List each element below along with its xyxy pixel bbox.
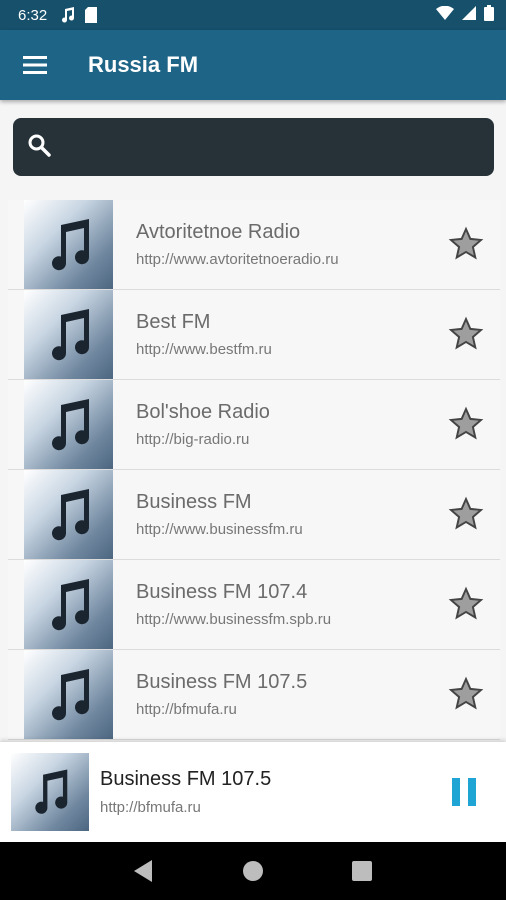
home-icon[interactable] — [238, 856, 268, 886]
station-thumbnail — [24, 650, 113, 739]
music-note-icon — [61, 7, 75, 23]
music-note-icon — [51, 668, 89, 720]
station-name: Avtoritetnoe Radio — [136, 221, 301, 243]
star-icon[interactable] — [446, 314, 486, 354]
star-icon[interactable] — [446, 584, 486, 624]
station-url: http://www.businessfm.ru — [136, 521, 303, 538]
back-icon[interactable] — [129, 856, 159, 886]
music-note-icon — [35, 769, 68, 814]
star-icon[interactable] — [446, 224, 486, 264]
app-title: Russia FM — [88, 52, 199, 77]
station-thumbnail — [24, 380, 113, 469]
system-nav-bar — [0, 842, 506, 900]
star-icon[interactable] — [446, 674, 486, 714]
station-name: Best FM — [136, 311, 211, 333]
station-url: http://bfmufa.ru — [136, 701, 237, 718]
search-bar[interactable] — [13, 118, 494, 176]
station-url: http://big-radio.ru — [136, 431, 250, 448]
battery-icon — [484, 5, 494, 25]
sd-card-icon — [85, 7, 98, 23]
now-playing-bar[interactable]: Business FM 107.5 http://bfmufa.ru — [0, 742, 506, 842]
music-note-icon — [51, 488, 89, 540]
station-thumbnail — [24, 470, 113, 559]
station-name: Business FM 107.4 — [136, 581, 308, 603]
station-name: Bol'shoe Radio — [136, 401, 270, 423]
music-note-icon — [51, 308, 89, 360]
station-list: Avtoritetnoe Radio http://www.avtoritetn… — [8, 200, 500, 740]
station-url: http://www.avtoritetnoeradio.ru — [136, 251, 339, 268]
now-playing-title: Business FM 107.5 — [100, 768, 272, 790]
star-icon[interactable] — [446, 494, 486, 534]
status-time: 6:32 — [18, 6, 48, 24]
signal-icon — [462, 6, 476, 24]
search-input[interactable] — [63, 136, 463, 158]
station-row[interactable]: Avtoritetnoe Radio http://www.avtoritetn… — [8, 200, 500, 290]
station-row[interactable]: Best FM http://www.bestfm.ru — [8, 290, 500, 380]
station-row[interactable]: Business FM 107.5 http://bfmufa.ru — [8, 650, 500, 740]
now-playing-url: http://bfmufa.ru — [100, 799, 201, 816]
pause-icon[interactable] — [452, 778, 476, 806]
station-row[interactable]: Business FM http://www.businessfm.ru — [8, 470, 500, 560]
station-thumbnail — [24, 200, 113, 289]
star-icon[interactable] — [446, 404, 486, 444]
search-icon — [27, 133, 51, 162]
station-row[interactable]: Bol'shoe Radio http://big-radio.ru — [8, 380, 500, 470]
station-row[interactable]: Business FM 107.4 http://www.businessfm.… — [8, 560, 500, 650]
now-playing-thumbnail — [11, 753, 89, 831]
music-note-icon — [51, 218, 89, 270]
station-thumbnail — [24, 290, 113, 379]
app-bar: Russia FM — [0, 30, 506, 100]
wifi-icon — [436, 5, 454, 24]
status-bar: 6:32 — [0, 0, 506, 30]
recents-icon[interactable] — [347, 856, 377, 886]
station-url: http://www.bestfm.ru — [136, 341, 272, 358]
station-url: http://www.businessfm.spb.ru — [136, 611, 332, 628]
station-name: Business FM — [136, 491, 252, 513]
music-note-icon — [51, 578, 89, 630]
station-thumbnail — [24, 560, 113, 649]
station-name: Business FM 107.5 — [136, 671, 308, 693]
hamburger-menu-icon[interactable] — [0, 30, 70, 100]
music-note-icon — [51, 398, 89, 450]
